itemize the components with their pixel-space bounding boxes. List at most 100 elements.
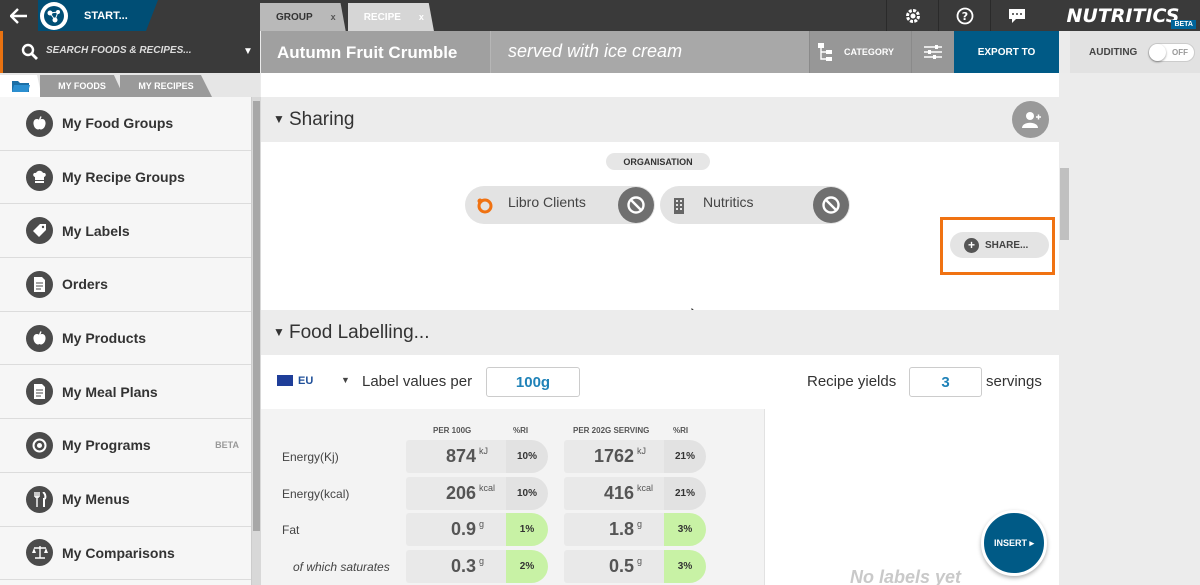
sliders-icon bbox=[924, 45, 942, 59]
per100-value-cell: 206 kcal bbox=[406, 476, 506, 510]
search-bar[interactable]: SEARCH FOODS & RECIPES... ▼ bbox=[0, 31, 260, 73]
share-user-button[interactable] bbox=[1012, 101, 1049, 138]
sharing-section-header[interactable]: ▼ Sharing bbox=[261, 97, 1059, 142]
nutrient-name: Fat bbox=[282, 523, 300, 537]
serving-value-cell: 1762 kJ bbox=[564, 440, 664, 473]
tab-my-foods[interactable]: MY FOODS bbox=[40, 75, 124, 97]
brand-logo: NUTRITICS BETA bbox=[1046, 0, 1200, 31]
per100-value-cell: 0.9 g bbox=[406, 513, 506, 546]
filters-button[interactable] bbox=[911, 31, 954, 73]
help-button[interactable]: ? bbox=[938, 0, 990, 31]
start-button[interactable]: START... bbox=[38, 0, 158, 31]
recipe-title[interactable]: Autumn Fruit Crumble bbox=[277, 43, 457, 63]
per100-value-cell: 0.3 g bbox=[406, 549, 506, 583]
tab-group[interactable]: GROUP x bbox=[260, 3, 346, 31]
nutritics-logo-icon bbox=[40, 2, 68, 30]
recipe-header: Autumn Fruit Crumble served with ice cre… bbox=[261, 31, 1059, 73]
remove-share-button[interactable] bbox=[813, 187, 849, 223]
col-per-serving: PER 202G SERVING bbox=[573, 426, 650, 435]
top-spacer bbox=[261, 73, 1059, 97]
cutlery-icon bbox=[26, 485, 53, 513]
sidebar-item-my-recipe-groups[interactable]: My Recipe Groups bbox=[0, 151, 251, 205]
block-icon bbox=[627, 196, 645, 214]
block-icon bbox=[822, 196, 840, 214]
close-icon[interactable]: x bbox=[419, 12, 424, 22]
search-dropdown-caret-icon[interactable]: ▼ bbox=[243, 46, 253, 57]
search-input[interactable]: SEARCH FOODS & RECIPES... bbox=[46, 45, 192, 56]
sidebar-scrollbar[interactable] bbox=[252, 97, 261, 585]
share-button-label: SHARE... bbox=[985, 239, 1029, 251]
search-icon bbox=[21, 43, 38, 60]
region-select[interactable]: EU bbox=[298, 375, 313, 387]
sidebar-item-label: My Programs bbox=[62, 437, 151, 454]
recipe-yields-input[interactable]: 3 bbox=[909, 367, 982, 397]
apple-icon bbox=[26, 324, 53, 352]
per100-value-cell: 874 kJ bbox=[406, 440, 506, 473]
auditing-label: AUDITING bbox=[1089, 47, 1138, 58]
sidebar-item-my-products[interactable]: My Products bbox=[0, 312, 251, 366]
toggle-knob bbox=[1149, 44, 1166, 61]
per100-unit: kJ bbox=[479, 446, 488, 456]
sidebar-item-my-food-groups[interactable]: My Food Groups bbox=[0, 97, 251, 151]
food-labelling-section-header[interactable]: ▼ Food Labelling... bbox=[261, 310, 1059, 355]
insert-button[interactable]: INSERT ▸ bbox=[981, 510, 1047, 576]
sidebar-item-label: My Labels bbox=[62, 222, 130, 239]
serving-value-cell: 0.5 g bbox=[564, 549, 664, 583]
serving-value: 0.5 bbox=[608, 555, 634, 576]
brand-name: NUTRITICS bbox=[1066, 4, 1180, 27]
tab-my-recipes[interactable]: MY RECIPES bbox=[120, 75, 212, 97]
serving-unit: g bbox=[637, 555, 643, 566]
app-window: START... GROUP x RECIPE x ? NUTRITICS BE… bbox=[0, 0, 1200, 585]
col-per-100g: PER 100G bbox=[433, 426, 472, 435]
folder-icon bbox=[12, 80, 30, 92]
serving-unit: g bbox=[637, 519, 643, 529]
settings-button[interactable] bbox=[886, 0, 938, 31]
servings-label: servings bbox=[986, 373, 1042, 390]
region-caret-icon[interactable]: ▼ bbox=[341, 375, 350, 385]
main-scrollbar[interactable] bbox=[1059, 73, 1070, 585]
sidebar-item-label: My Food Groups bbox=[62, 115, 174, 132]
per100-ri-cell: 2% bbox=[506, 549, 548, 583]
beta-badge: BETA bbox=[1171, 20, 1196, 29]
sidebar-item-my-menus[interactable]: My Menus bbox=[0, 473, 251, 527]
sidebar-item-label: My Comparisons bbox=[62, 544, 175, 561]
sidebar-item-orders[interactable]: Orders bbox=[0, 258, 251, 312]
sidebar-item-label: My Products bbox=[62, 330, 147, 347]
collapse-caret-icon[interactable]: ▼ bbox=[273, 112, 285, 126]
sidebar-item-my-comparisons[interactable]: My Comparisons bbox=[0, 527, 251, 581]
recipe-subtitle: served with ice cream bbox=[508, 41, 683, 61]
back-arrow-icon bbox=[10, 7, 27, 24]
share-button[interactable]: + SHARE... bbox=[950, 232, 1049, 258]
libro-logo-icon bbox=[477, 198, 493, 214]
start-label: START... bbox=[84, 10, 128, 22]
beta-badge: BETA bbox=[215, 440, 239, 451]
label-values-per-input[interactable]: 100g bbox=[486, 367, 580, 397]
main-content: ▼ Sharing ORGANISATION Libro Clients Nut… bbox=[261, 73, 1059, 585]
chat-button[interactable] bbox=[990, 0, 1042, 31]
document-icon bbox=[26, 270, 53, 298]
sidebar-tabs: MY FOODS MY RECIPES bbox=[0, 73, 260, 97]
top-bar: START... GROUP x RECIPE x ? NUTRITICS BE… bbox=[0, 0, 1200, 31]
remove-share-button[interactable] bbox=[618, 187, 654, 223]
category-label: CATEGORY bbox=[844, 47, 895, 57]
sidebar-item-my-meal-plans[interactable]: My Meal Plans bbox=[0, 365, 251, 420]
export-button[interactable]: EXPORT TO bbox=[954, 31, 1059, 73]
sidebar-scrollbar-thumb[interactable] bbox=[253, 101, 260, 531]
sidebar-item-my-programs[interactable]: My Programs BETA bbox=[0, 419, 251, 473]
help-icon: ? bbox=[956, 7, 973, 24]
tag-icon bbox=[26, 217, 53, 245]
back-button[interactable] bbox=[0, 0, 38, 31]
main-scrollbar-thumb[interactable] bbox=[1060, 168, 1069, 240]
no-labels-text: No labels yet bbox=[850, 567, 962, 585]
tab-folder[interactable] bbox=[0, 75, 42, 97]
tab-group-label: GROUP bbox=[276, 11, 313, 23]
label-values-per-label: Label values per bbox=[362, 373, 473, 390]
share-chip-libro-clients: Libro Clients bbox=[465, 186, 655, 224]
tab-recipe[interactable]: RECIPE x bbox=[347, 3, 434, 31]
collapse-caret-icon[interactable]: ▼ bbox=[273, 325, 285, 339]
sidebar-item-my-labels[interactable]: My Labels bbox=[0, 204, 251, 259]
close-icon[interactable]: x bbox=[331, 12, 336, 22]
auditing-toggle[interactable]: OFF bbox=[1148, 43, 1195, 62]
recipe-subtitle-field[interactable]: served with ice cream bbox=[490, 31, 809, 73]
category-button[interactable]: CATEGORY bbox=[809, 31, 911, 73]
